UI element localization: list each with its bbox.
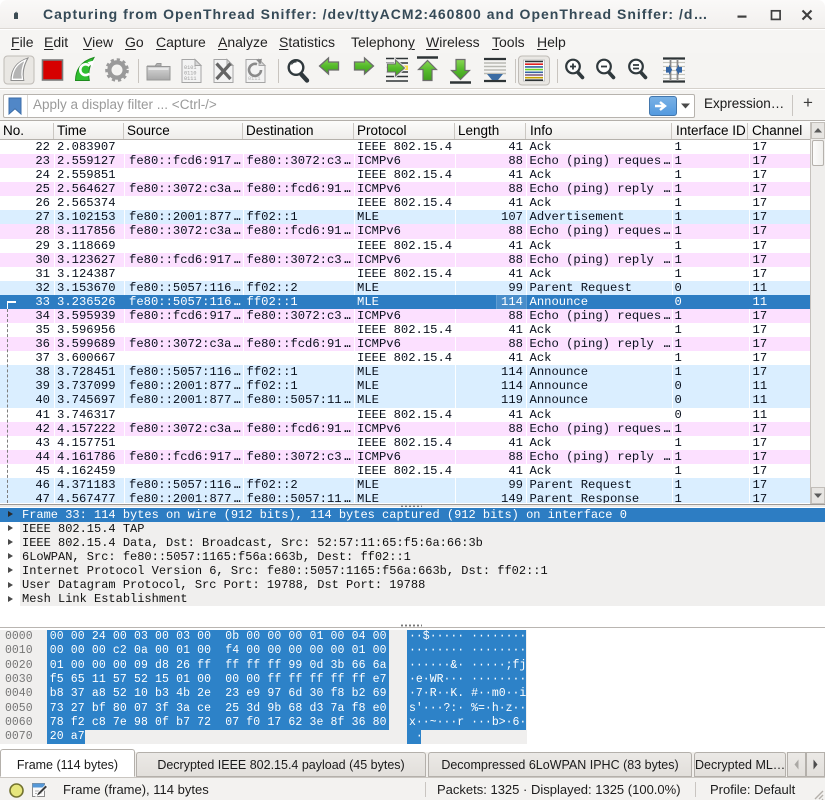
- svg-text:0111: 0111: [184, 76, 196, 82]
